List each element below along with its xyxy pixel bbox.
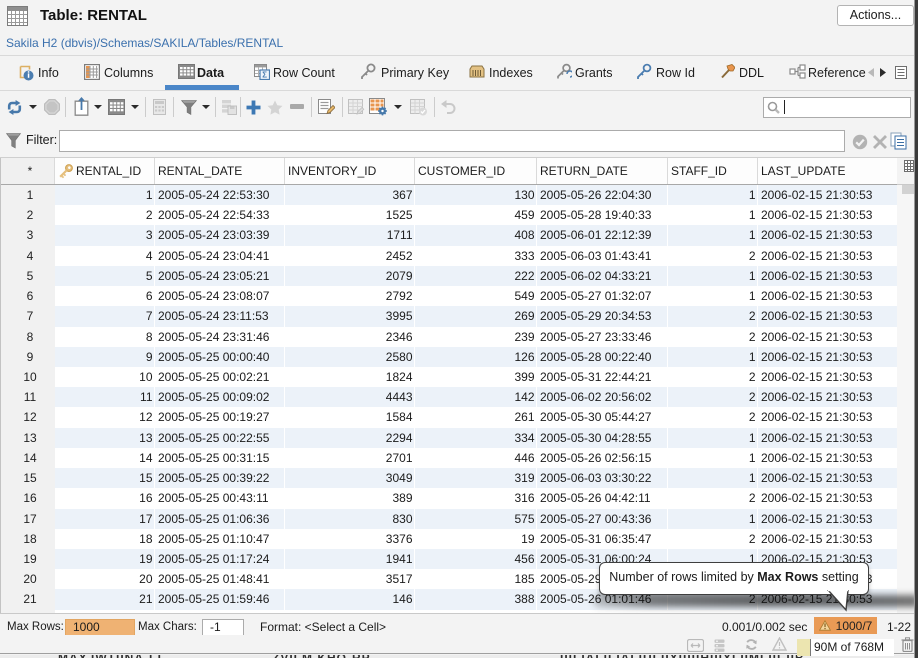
svg-text:Σ: Σ	[262, 70, 267, 79]
